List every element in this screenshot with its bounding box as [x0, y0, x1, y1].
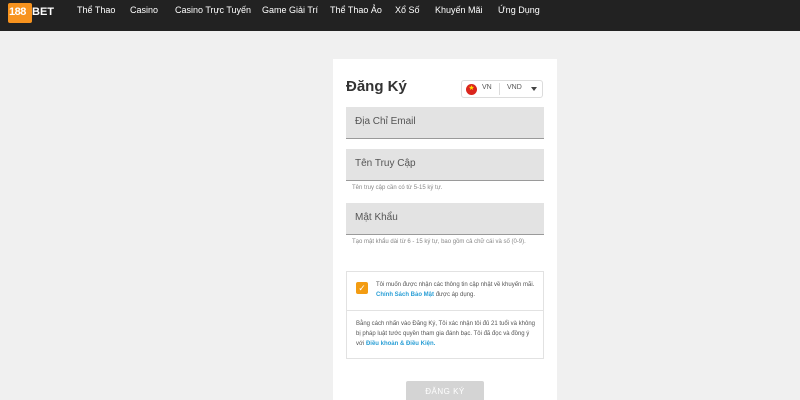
consent-text-after: được áp dụng. [435, 292, 475, 298]
chevron-down-icon[interactable] [531, 87, 537, 91]
language-code[interactable]: VN [482, 84, 492, 91]
form-title: Đăng Ký [346, 78, 407, 95]
nav-item-the-thao[interactable]: Thể Thao [77, 0, 115, 31]
consent-text: Tôi muốn được nhận các thông tin cập nhậ… [376, 280, 540, 300]
nav-item-game-giai-tri[interactable]: Game Giải Trí [262, 0, 318, 31]
selector-divider [499, 83, 500, 95]
nav-item-khuyen-mai[interactable]: Khuyến Mãi [435, 0, 483, 31]
username-field[interactable]: Tên Truy Cập [346, 149, 544, 181]
email-placeholder: Địa Chỉ Email [355, 116, 416, 127]
logo-number: 188 [9, 6, 26, 18]
flag-star-icon: ★ [468, 85, 475, 92]
password-hint: Tạo mật khẩu dài từ 6 - 15 ký tự, bao gồ… [352, 239, 526, 245]
password-field[interactable]: Mật Khẩu [346, 203, 544, 235]
register-button[interactable]: ĐĂNG KÝ [406, 381, 484, 400]
top-navigation-bar: 188 BET Thể Thao Casino Casino Trực Tuyế… [0, 0, 800, 31]
consent-text-before: Tôi muốn được nhận các thông tin cập nhậ… [376, 282, 535, 288]
brand-logo[interactable]: 188 BET [8, 3, 54, 25]
email-field[interactable]: Địa Chỉ Email [346, 107, 544, 139]
registration-form: Đăng Ký ★ VN VND Địa Chỉ Email Tên Truy … [333, 59, 557, 400]
consent-divider [347, 310, 543, 311]
vietnam-flag-icon: ★ [466, 84, 477, 95]
privacy-policy-link[interactable]: Chính Sách Bảo Mật [376, 292, 434, 298]
nav-item-the-thao-ao[interactable]: Thể Thao Ảo [330, 0, 382, 31]
nav-item-xo-so[interactable]: Xổ Số [395, 0, 420, 31]
check-icon: ✓ [358, 283, 366, 293]
nav-item-casino[interactable]: Casino [130, 0, 158, 31]
promotions-checkbox[interactable]: ✓ [356, 282, 368, 294]
logo-suffix: BET [32, 6, 54, 18]
nav-item-ung-dung[interactable]: Ứng Dụng [498, 0, 540, 31]
language-currency-selector[interactable]: ★ VN VND [461, 80, 543, 98]
logo-badge: 188 [8, 3, 32, 23]
currency-value[interactable]: VND [507, 84, 522, 91]
terms-link[interactable]: Điều khoản & Điều Kiện. [366, 341, 435, 347]
consent-box: ✓ Tôi muốn được nhận các thông tin cập n… [346, 271, 544, 359]
password-placeholder: Mật Khẩu [355, 212, 398, 223]
terms-text: Bằng cách nhấn vào Đăng Ký, Tôi xác nhận… [356, 319, 538, 349]
nav-item-casino-truc-tuyen[interactable]: Casino Trực Tuyến [175, 0, 251, 31]
username-placeholder: Tên Truy Cập [355, 158, 416, 169]
username-hint: Tên truy cập cần có từ 5-15 ký tự. [352, 185, 443, 191]
